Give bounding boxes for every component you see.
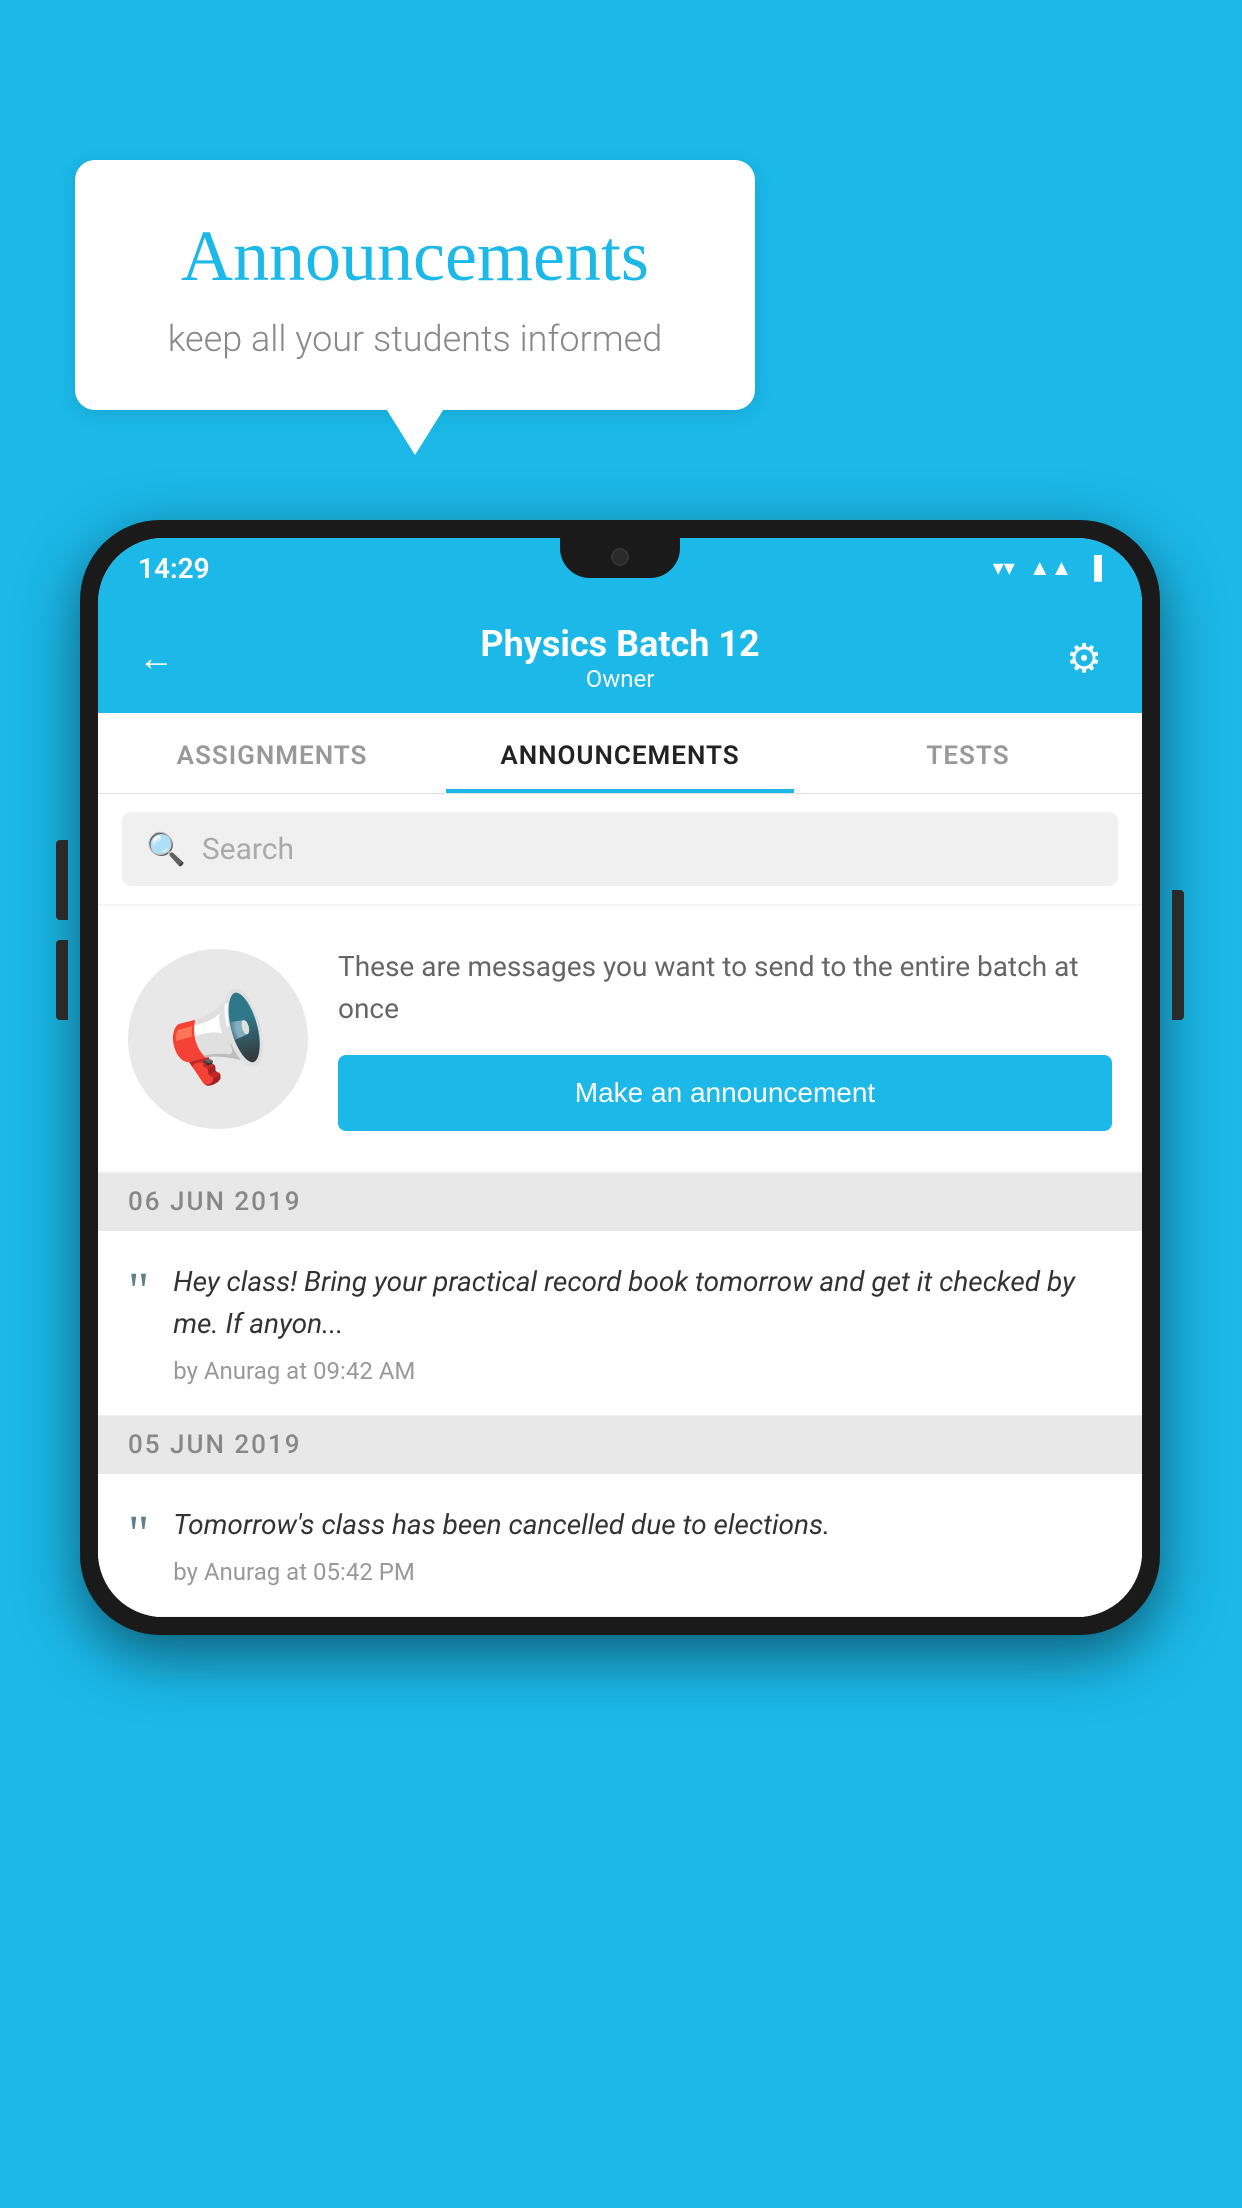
speech-bubble-card: Announcements keep all your students inf… bbox=[75, 160, 755, 410]
bubble-subtitle: keep all your students informed bbox=[135, 318, 695, 360]
announcement-meta-1: by Anurag at 09:42 AM bbox=[173, 1357, 1112, 1385]
search-container: 🔍 Search bbox=[98, 794, 1142, 904]
status-icons: ▾▾ ▲▲ ▐ bbox=[993, 555, 1102, 581]
header-owner-label: Owner bbox=[480, 665, 759, 693]
front-camera bbox=[611, 548, 629, 566]
announcement-item-1: " Hey class! Bring your practical record… bbox=[98, 1231, 1142, 1416]
search-bar[interactable]: 🔍 Search bbox=[122, 812, 1118, 886]
back-button[interactable]: ← bbox=[138, 637, 174, 679]
megaphone-icon: 📢 bbox=[158, 980, 279, 1097]
make-announcement-button[interactable]: Make an announcement bbox=[338, 1055, 1112, 1131]
settings-button[interactable]: ⚙ bbox=[1066, 635, 1102, 682]
promo-card: 📢 These are messages you want to send to… bbox=[98, 906, 1142, 1171]
phone-mockup: 14:29 ▾▾ ▲▲ ▐ ← Physics Batch 12 Owner ⚙ bbox=[80, 520, 1160, 1635]
tab-assignments[interactable]: ASSIGNMENTS bbox=[98, 713, 446, 793]
announcement-meta-2: by Anurag at 05:42 PM bbox=[173, 1558, 1112, 1586]
announcement-item-2: " Tomorrow's class has been cancelled du… bbox=[98, 1474, 1142, 1617]
search-placeholder: Search bbox=[202, 832, 294, 867]
announcement-text-2: Tomorrow's class has been cancelled due … bbox=[173, 1504, 1112, 1546]
megaphone-circle: 📢 bbox=[128, 949, 308, 1129]
volume-up-button bbox=[56, 840, 68, 920]
header-center: Physics Batch 12 Owner bbox=[480, 623, 759, 693]
tab-announcements[interactable]: ANNOUNCEMENTS bbox=[446, 713, 794, 793]
bubble-title: Announcements bbox=[135, 215, 695, 298]
promo-description: These are messages you want to send to t… bbox=[338, 946, 1112, 1030]
tab-tests[interactable]: TESTS bbox=[794, 713, 1142, 793]
power-button bbox=[1172, 890, 1184, 1020]
notch bbox=[560, 538, 680, 578]
promo-right: These are messages you want to send to t… bbox=[338, 946, 1112, 1131]
date-separator-2: 05 JUN 2019 bbox=[98, 1416, 1142, 1474]
content-area: 🔍 Search 📢 These are messages you want t… bbox=[98, 794, 1142, 1617]
wifi-icon: ▾▾ bbox=[993, 556, 1015, 581]
quote-icon-1: " bbox=[128, 1266, 149, 1385]
battery-icon: ▐ bbox=[1086, 555, 1102, 581]
app-header: ← Physics Batch 12 Owner ⚙ bbox=[98, 598, 1142, 713]
status-bar: 14:29 ▾▾ ▲▲ ▐ bbox=[98, 538, 1142, 598]
status-time: 14:29 bbox=[138, 552, 210, 585]
announcement-content-2: Tomorrow's class has been cancelled due … bbox=[173, 1504, 1112, 1586]
tabs-bar: ASSIGNMENTS ANNOUNCEMENTS TESTS bbox=[98, 713, 1142, 794]
volume-down-button bbox=[56, 940, 68, 1020]
header-title: Physics Batch 12 bbox=[480, 623, 759, 665]
search-icon: 🔍 bbox=[146, 830, 186, 868]
announcement-content-1: Hey class! Bring your practical record b… bbox=[173, 1261, 1112, 1385]
date-separator-1: 06 JUN 2019 bbox=[98, 1173, 1142, 1231]
signal-icon: ▲▲ bbox=[1029, 555, 1073, 581]
announcement-text-1: Hey class! Bring your practical record b… bbox=[173, 1261, 1112, 1345]
quote-icon-2: " bbox=[128, 1509, 149, 1586]
